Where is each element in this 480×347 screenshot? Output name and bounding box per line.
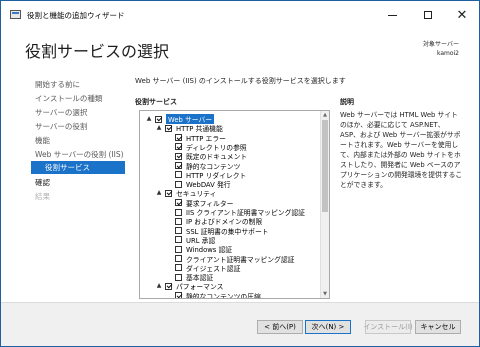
tree-checkbox[interactable] xyxy=(175,162,182,169)
install-button: インストール(I) xyxy=(363,320,413,334)
maximize-button[interactable] xyxy=(411,1,445,29)
scroll-down-icon[interactable]: ▼ xyxy=(321,290,329,298)
step-installation-type[interactable]: インストールの種類 xyxy=(35,93,102,104)
tree-checkbox[interactable] xyxy=(175,236,182,244)
tree-checkbox[interactable] xyxy=(175,171,182,179)
tree-checkbox[interactable] xyxy=(175,217,182,225)
tree-checkbox[interactable] xyxy=(175,264,182,272)
tree-checkbox[interactable] xyxy=(175,152,182,160)
tree-checkbox[interactable] xyxy=(175,292,182,298)
step-role-services[interactable]: 役割サービス xyxy=(31,161,125,174)
step-confirmation[interactable]: 確認 xyxy=(35,177,50,188)
close-button[interactable]: ✕ xyxy=(445,1,479,29)
cancel-button[interactable]: キャンセル xyxy=(415,320,461,334)
tree-checkbox[interactable] xyxy=(175,227,182,235)
tree-checkbox[interactable] xyxy=(165,282,172,290)
tree-checkbox[interactable] xyxy=(175,255,182,262)
server-name: kamoi2 xyxy=(436,50,459,57)
title-bar: 役割と機能の追加ウィザード ✕ xyxy=(1,1,479,29)
minimize-icon xyxy=(387,14,397,16)
step-server-roles[interactable]: サーバーの役割 xyxy=(35,121,87,132)
close-icon: ✕ xyxy=(456,7,468,23)
tree-scrollbar[interactable]: ▲ ▼ xyxy=(320,111,329,298)
tree-item-label: 静的なコンテンツの圧縮 xyxy=(186,292,261,299)
tree-checkbox[interactable] xyxy=(175,134,182,142)
wizard-steps: 開始する前に インストールの種類 サーバーの選択 サーバーの役割 機能 Web … xyxy=(1,67,129,302)
tree-checkbox[interactable] xyxy=(175,143,182,151)
minimize-button[interactable] xyxy=(375,1,409,29)
server-manager-icon xyxy=(10,10,21,19)
previous-button[interactable]: < 前へ(P) xyxy=(257,320,303,334)
scroll-thumb[interactable] xyxy=(322,120,328,212)
description-text: Web サーバーでは HTML Web サイトのほか、必要に応じて ASP.NE… xyxy=(340,111,463,189)
tree-checkbox[interactable] xyxy=(175,273,182,281)
next-button[interactable]: 次へ(N) > xyxy=(305,320,351,334)
expand-collapse-icon[interactable]: ▲ xyxy=(146,116,152,122)
role-services-heading: 役割サービス xyxy=(135,98,177,106)
role-services-tree[interactable]: ▲ Web サーバー ▲ HTTP 共通機能 HTTP エラー ディレクトリの参照 既定のド… xyxy=(139,110,330,299)
tree-checkbox[interactable] xyxy=(175,199,182,207)
main-content: Web サーバー (IIS) のインストールする役割サービスを選択します 役割サ… xyxy=(135,67,465,302)
intro-text: Web サーバー (IIS) のインストールする役割サービスを選択します xyxy=(135,77,346,85)
tree-item[interactable]: 静的なコンテンツの圧縮 xyxy=(166,291,261,299)
wizard-footer: < 前へ(P) 次へ(N) > インストール(I) キャンセル xyxy=(1,302,479,346)
expand-collapse-icon[interactable]: ▲ xyxy=(156,283,162,289)
destination-server: 対象サーバー kamoi2 xyxy=(423,40,459,58)
tree-checkbox[interactable] xyxy=(175,208,182,216)
scroll-up-icon[interactable]: ▲ xyxy=(321,111,329,119)
expand-collapse-icon[interactable]: ▲ xyxy=(156,190,162,196)
description-heading: 説明 xyxy=(340,98,354,106)
step-server-selection[interactable]: サーバーの選択 xyxy=(35,107,87,118)
expand-collapse-icon[interactable]: ▲ xyxy=(156,125,162,131)
tree-checkbox[interactable] xyxy=(175,245,182,253)
wizard-window: 役割と機能の追加ウィザード ✕ 役割サービスの選択 対象サーバー kamoi2 … xyxy=(0,0,480,347)
server-label: 対象サーバー xyxy=(423,41,459,48)
step-before-you-begin[interactable]: 開始する前に xyxy=(35,79,80,90)
step-features[interactable]: 機能 xyxy=(35,135,50,146)
tree-checkbox[interactable] xyxy=(165,189,172,197)
wizard-header: 役割サービスの選択 対象サーバー kamoi2 xyxy=(1,29,479,67)
window-title: 役割と機能の追加ウィザード xyxy=(27,11,125,20)
tree-checkbox[interactable] xyxy=(155,115,162,123)
step-web-server-role[interactable]: Web サーバーの役割 (IIS) xyxy=(35,149,124,160)
page-title: 役割サービスの選択 xyxy=(25,42,170,61)
tree-checkbox[interactable] xyxy=(165,124,172,132)
step-results: 結果 xyxy=(35,192,50,201)
tree-checkbox[interactable] xyxy=(175,180,182,188)
maximize-icon xyxy=(424,11,432,19)
